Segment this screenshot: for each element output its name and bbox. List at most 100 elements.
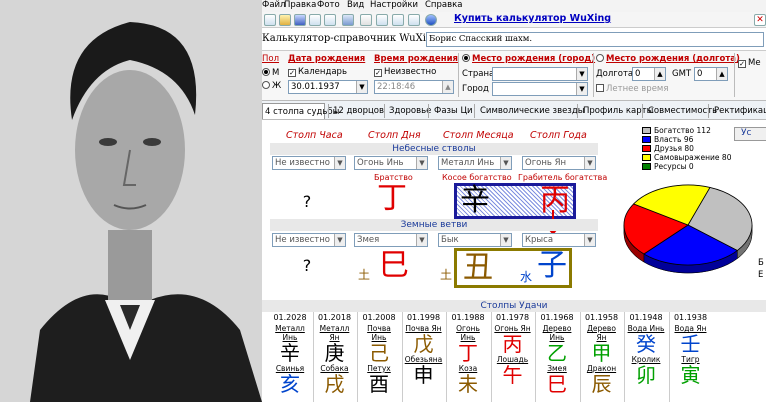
luck-column[interactable]: 01.1988 Огонь Инь 丁 Коза 未 [448,312,488,395]
pdf-icon[interactable] [360,14,372,26]
tab-qi-phases[interactable]: Фазы Ци [434,103,473,119]
sex-male-radio[interactable]: М [262,68,279,78]
month-stem-select[interactable]: Металл Инь ▼ [438,156,512,170]
legend-label: Друзья 80 [654,144,694,153]
unknown-time-checkbox[interactable]: ✓ Неизвестно [374,67,436,77]
legend-swatch [642,127,651,134]
luck-column[interactable]: 01.2018 Металл Ян 庚 Собака 戌 [315,312,355,395]
menu-help[interactable]: Справка [425,0,462,10]
luck-divider [357,312,358,402]
save-icon[interactable] [294,14,306,26]
gmt-label: GMT [672,69,692,79]
legend-swatch [642,145,651,152]
city-label: Город [462,84,489,94]
open-folder-icon[interactable] [279,14,291,26]
portrait-photo [0,0,262,402]
calendar-checkbox[interactable]: ✓ Календарь [288,67,347,77]
summer-time-checkbox[interactable]: Летнее время [596,84,668,94]
book-icon[interactable] [342,14,354,26]
export-icon[interactable] [392,14,404,26]
luck-stem-name: Почва Инь [367,324,391,342]
place-long-radio[interactable]: Место рождения (долгота) [596,54,740,64]
legend-item: Самовыражение 80 [642,153,731,162]
longitude-label: Долгота [596,69,634,79]
luck-column[interactable]: 01.1938 Вода Ян 壬 Тигр 寅 [671,312,711,386]
luck-year: 01.1988 [451,313,485,322]
luck-year: 01.1958 [584,313,619,322]
gmt-input[interactable]: 0 ▲ [694,67,728,81]
luck-stem-name: Дерево Ян [587,324,616,342]
photo-icon[interactable] [309,14,321,26]
month-branch-element: 土 [440,268,453,282]
city-select[interactable]: ▼ [492,82,588,96]
me-checkbox[interactable]: ✓ Ме [738,58,761,68]
luck-stem-char: 乙 [547,341,567,365]
menu-file[interactable]: Файл [262,0,285,10]
luck-branch-char: 卯 [636,363,656,387]
help-icon[interactable] [425,14,437,26]
birth-date-label: Дата рождения [288,54,366,64]
legend-item: Друзья 80 [642,144,702,153]
day-stem-select[interactable]: Огонь Инь ▼ [354,156,428,170]
luck-year: 01.1938 [673,313,708,322]
tab-twelve-palaces[interactable]: 12 дворцов [333,103,384,119]
luck-stem-name: Дерево Инь [542,324,572,342]
legend-label: Самовыражение 80 [654,153,732,162]
month-branch-select[interactable]: Бык ▼ [438,233,512,247]
month-stem-char: 辛 [460,183,490,218]
luck-column[interactable]: 01.1998 Почва Ян 戊 Обезьяна 申 [404,312,444,386]
luck-divider [668,312,670,402]
luck-stem-name: Металл Ян [319,324,350,342]
luck-stem-char: 丁 [458,341,478,365]
sex-female-radio[interactable]: Ж [262,81,281,91]
legend-swatch [642,154,651,161]
buy-link[interactable]: Купить калькулятор WuXing [454,13,611,24]
menu-edit[interactable]: Правка [284,0,316,10]
luck-column[interactable]: 01.1958 Дерево Ян 甲 Дракон 辰 [582,312,622,395]
menu-settings[interactable]: Настройки [370,0,418,10]
luck-branch-char: 申 [413,363,434,387]
luck-column[interactable]: 01.1978 Огонь Ян 丙 Лошадь 午 [493,312,533,386]
luck-column[interactable]: 01.2028 Металл Инь 辛 Свинья 亥 [270,312,310,395]
menu-view[interactable]: Вид [347,0,364,10]
luck-divider [624,312,625,402]
report-icon[interactable] [376,14,388,26]
luck-year: 01.1948 [629,313,663,322]
menu-photo[interactable]: Фото [317,0,340,10]
tab-four-pillars[interactable]: 4 столпа судьбы [262,103,339,119]
hour-stem-select[interactable]: Не известно ▼ [272,156,346,170]
luck-divider [535,312,536,402]
person-name-input[interactable]: Борис Спасский шахм. [426,32,764,47]
luck-column[interactable]: 01.1968 Дерево Инь 乙 Змея 巳 [537,312,577,395]
birth-time-input[interactable]: 22:18:46 ▲ [374,80,454,94]
new-file-icon[interactable] [264,14,276,26]
settings-button[interactable]: Ус [734,127,766,141]
side-letter-top: Б [758,258,764,268]
birth-date-input[interactable]: 30.01.1937 ▼ [288,80,368,94]
luck-title: Столпы Удачи [262,300,766,312]
tab-symbolic-stars[interactable]: Символические звезды [480,103,584,119]
chart-legend: Богатство 112 Власть 96 Друзья 80 Самовыраж… [642,126,731,171]
longitude-input[interactable]: 0 ▲ [632,67,666,81]
day-stem-char: 丁 [377,181,407,216]
luck-branch-char: 辰 [591,372,612,396]
place-city-radio[interactable]: Место рождения (город) [462,54,595,64]
legend-item: Богатство 112 [642,126,711,135]
day-branch-select[interactable]: Змея ▼ [354,233,428,247]
country-select[interactable]: ▼ [492,67,588,81]
luck-column[interactable]: 01.2008 Почва Инь 己 Петух 酉 [359,312,399,395]
year-stem-select[interactable]: Огонь Ян ▼ [522,156,596,170]
year-branch-select[interactable]: Крыса ▼ [522,233,596,247]
hour-branch-select[interactable]: Не известно ▼ [272,233,346,247]
image-icon[interactable] [324,14,336,26]
luck-column[interactable]: 01.1948 Вода Инь 癸 Кролик 卯 [626,312,666,386]
print-icon[interactable] [408,14,420,26]
luck-branch-char: 巳 [547,372,567,396]
tab-compatibility[interactable]: Совместимость [648,103,717,119]
tab-health[interactable]: Здоровье [389,103,431,119]
branches-title: Земные ветви [270,219,598,231]
tab-rectification[interactable]: Ректификация [714,103,766,119]
year-branch-char: 子 [537,248,567,283]
close-icon[interactable]: ✕ [754,14,766,26]
month-branch-char: 丑 [463,250,493,285]
